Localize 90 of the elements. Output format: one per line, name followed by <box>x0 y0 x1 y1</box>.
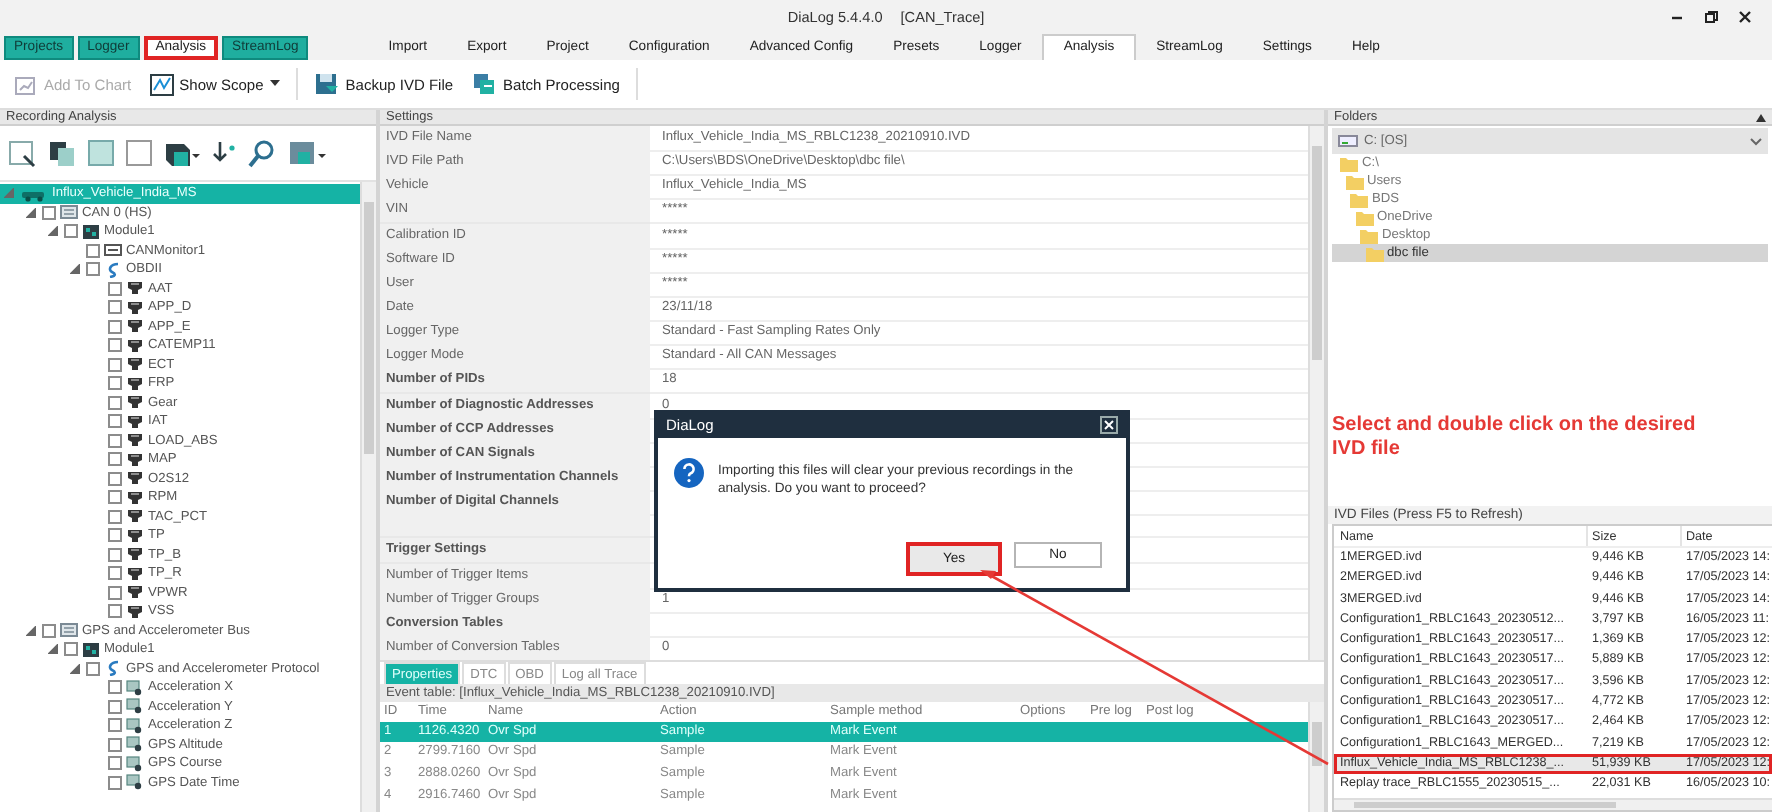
scrollbar[interactable] <box>1308 126 1324 660</box>
drive-icon <box>1338 134 1358 148</box>
question-icon <box>674 458 704 488</box>
window-icon[interactable] <box>288 139 328 167</box>
annotation-text: Select and double click on the desired IVD file <box>1332 414 1698 462</box>
checkbox[interactable] <box>86 262 100 277</box>
checkbox[interactable] <box>108 414 122 429</box>
signal-icon <box>126 489 144 506</box>
copy-icon[interactable] <box>48 139 76 167</box>
sort-icon[interactable] <box>212 139 236 167</box>
checkbox[interactable] <box>108 699 122 714</box>
signal-icon <box>126 413 144 430</box>
expand-icon[interactable] <box>48 226 58 237</box>
module-icon <box>82 641 100 658</box>
signal-icon <box>126 546 144 563</box>
checkbox[interactable] <box>108 357 122 372</box>
checkbox[interactable] <box>108 395 122 410</box>
expand-icon[interactable] <box>70 264 80 275</box>
sensor-icon <box>126 736 144 753</box>
checkbox[interactable] <box>108 509 122 524</box>
checkbox[interactable] <box>42 623 56 638</box>
scrollbar[interactable] <box>1334 798 1772 810</box>
expand-icon[interactable] <box>26 625 36 636</box>
blank-page-icon[interactable] <box>126 140 152 166</box>
chevron-icon <box>1750 137 1762 145</box>
protocol-icon <box>104 261 122 278</box>
checkbox[interactable] <box>108 680 122 695</box>
expand-icon[interactable] <box>48 644 58 655</box>
sensor-icon <box>126 774 144 791</box>
signal-icon <box>126 470 144 487</box>
checkbox[interactable] <box>108 566 122 581</box>
signal-icon <box>126 603 144 620</box>
protocol-icon <box>104 660 122 677</box>
zoom-fit-icon[interactable] <box>8 139 36 167</box>
expand-icon[interactable] <box>26 207 36 218</box>
checkbox[interactable] <box>108 756 122 771</box>
layers-icon[interactable] <box>164 139 200 167</box>
monitor-icon <box>104 242 122 259</box>
checkbox[interactable] <box>108 471 122 486</box>
search-icon[interactable] <box>248 139 276 167</box>
checkbox[interactable] <box>108 452 122 467</box>
sensor-icon <box>126 679 144 696</box>
batch-icon <box>471 72 498 96</box>
checkbox[interactable] <box>108 528 122 543</box>
signal-icon <box>126 527 144 544</box>
checkbox[interactable] <box>108 585 122 600</box>
checkbox[interactable] <box>108 718 122 733</box>
signal-icon <box>126 508 144 525</box>
scope-icon <box>149 73 174 95</box>
checkbox[interactable] <box>64 642 78 657</box>
checkbox[interactable] <box>108 300 122 315</box>
checkbox[interactable] <box>86 243 100 258</box>
checkbox[interactable] <box>108 338 122 353</box>
close-icon[interactable] <box>1100 415 1118 433</box>
network-icon <box>60 622 78 639</box>
signal-icon <box>126 356 144 373</box>
grid-icon[interactable] <box>88 140 114 166</box>
restore-icon[interactable] <box>1704 9 1718 23</box>
signal-icon <box>126 299 144 316</box>
signal-icon <box>126 375 144 392</box>
chart-add-icon <box>14 73 38 95</box>
module-icon <box>82 223 100 240</box>
signal-icon <box>126 337 144 354</box>
sensor-icon <box>126 755 144 772</box>
signal-icon <box>126 318 144 335</box>
close-icon[interactable] <box>1738 9 1752 23</box>
checkbox[interactable] <box>108 490 122 505</box>
checkbox[interactable] <box>108 433 122 448</box>
checkbox[interactable] <box>108 281 122 296</box>
sensor-icon <box>126 717 144 734</box>
checkbox[interactable] <box>108 319 122 334</box>
network-icon <box>60 204 78 221</box>
checkbox[interactable] <box>108 604 122 619</box>
sensor-icon <box>126 698 144 715</box>
signal-icon <box>126 584 144 601</box>
expand-icon[interactable] <box>70 663 80 674</box>
checkbox[interactable] <box>108 547 122 562</box>
signal-icon <box>126 432 144 449</box>
signal-icon <box>126 280 144 297</box>
checkbox[interactable] <box>108 775 122 790</box>
scrollbar[interactable] <box>360 182 376 812</box>
checkbox[interactable] <box>42 205 56 220</box>
checkbox[interactable] <box>86 661 100 676</box>
scrollbar[interactable] <box>1308 702 1324 812</box>
signal-icon <box>126 394 144 411</box>
signal-icon <box>126 565 144 582</box>
checkbox[interactable] <box>108 737 122 752</box>
signal-icon <box>126 451 144 468</box>
checkbox[interactable] <box>108 376 122 391</box>
checkbox[interactable] <box>64 224 78 239</box>
